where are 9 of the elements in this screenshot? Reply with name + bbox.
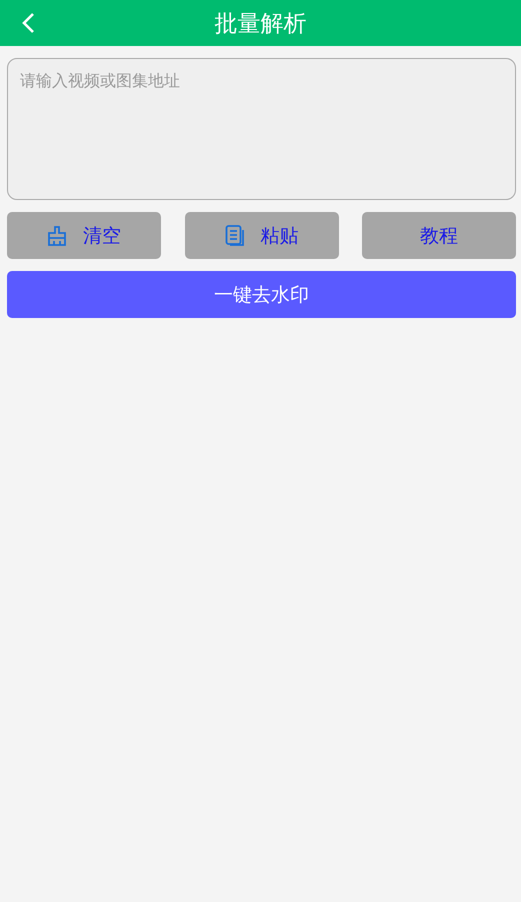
back-icon[interactable] — [21, 12, 35, 34]
url-input-field[interactable]: 请输入视频或图集地址 — [7, 58, 516, 200]
document-icon — [224, 224, 244, 246]
remove-watermark-button[interactable]: 一键去水印 — [7, 271, 516, 318]
action-button[interactable]: 粘贴 — [184, 212, 338, 259]
page-title: 批量解析 — [214, 10, 306, 38]
action-button[interactable]: 教程 — [362, 212, 516, 259]
action-button[interactable]: 清空 — [7, 212, 161, 259]
broom-icon — [47, 226, 67, 246]
